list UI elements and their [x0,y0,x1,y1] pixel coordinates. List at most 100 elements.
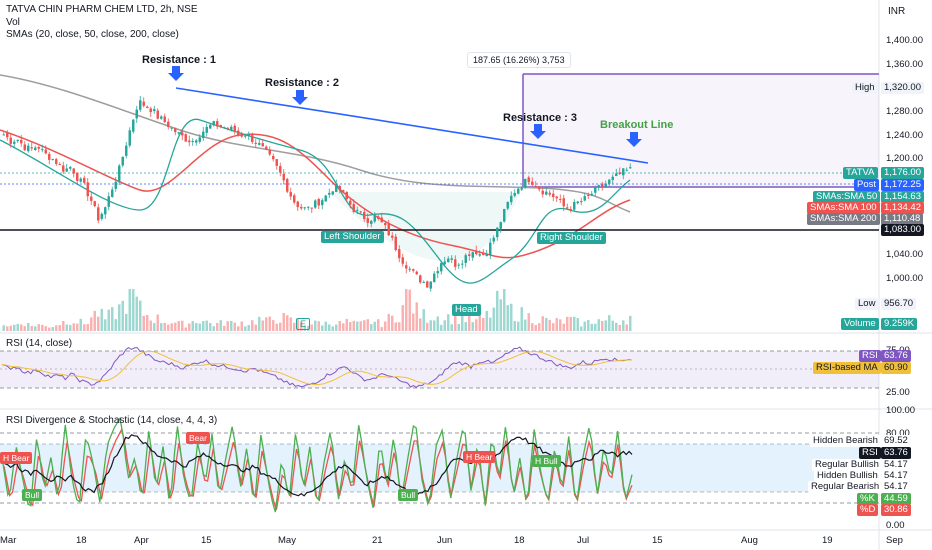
volume-bar [128,289,131,331]
candle-body [153,109,156,112]
right-shoulder-label: Right Shoulder [537,232,606,244]
vol-indicator-label[interactable]: Vol [6,17,20,28]
volume-bar [44,326,47,331]
volume-bar [611,320,614,331]
candle-body [55,159,58,164]
volume-bar [261,320,264,331]
candle-body [219,125,222,127]
candle-body [191,141,194,143]
time-tick: Aug [741,535,758,546]
candle-body [468,254,471,256]
candle-body [370,220,373,224]
volume-bar [184,327,187,331]
candle-body [555,196,558,199]
candle-body [65,168,68,172]
div-marker: H Bear [0,452,33,464]
volume-bar [573,316,576,331]
earnings-icon[interactable]: E [296,318,311,330]
candle-body [426,281,429,288]
candle-body [76,172,79,181]
candle-body [464,255,467,263]
rsi-label: RSI [859,350,881,362]
candle-body [363,211,366,220]
candle-body [258,142,261,145]
volume-bar [2,325,5,331]
candle-body [293,195,296,203]
candle-body [394,236,397,250]
candle-body [86,182,89,197]
volume-bar [41,324,44,331]
candle-body [450,258,453,260]
volume-bar [135,296,138,331]
candle-body [37,147,40,149]
volume-bar [111,307,114,331]
volume-bar [384,321,387,331]
candle-body [492,237,495,242]
volume-bar [443,320,446,331]
rsi-pane-title[interactable]: RSI (14, close) [6,338,72,349]
candle-body [237,130,240,135]
volume-bar [478,315,481,331]
arrow-down-icon [168,66,184,81]
hidden-bearish-value: 69.52 [881,435,911,447]
candle-body [629,167,632,169]
volume-bar [506,305,509,331]
currency-label[interactable]: INR [888,6,905,17]
volume-bar [398,322,401,331]
candle-body [195,140,198,143]
post-value: 1,172.25 [881,179,924,191]
volume-bar [468,314,471,331]
rsi-tick: 25.00 [886,387,910,398]
candle-body [391,235,394,238]
candle-body [121,156,124,166]
volume-bar [587,320,590,331]
volume-bar [104,319,107,331]
candle-body [496,227,499,238]
volume-bar [464,322,467,331]
candle-body [251,135,254,143]
candle-body [604,183,607,187]
candle-body [380,217,383,223]
sma-indicator-label[interactable]: SMAs (20, close, 50, close, 200, close) [6,29,179,40]
candle-body [205,126,208,133]
divergence-pane-title[interactable]: RSI Divergence & Stochastic (14, close, … [6,415,217,426]
time-tick: Mar [0,535,17,546]
candle-body [247,133,250,136]
candle-body [6,132,9,138]
candle-body [552,193,555,198]
candle-body [174,127,177,133]
candle-body [625,169,628,171]
volume-label: Volume [841,318,879,330]
volume-bar [191,321,194,331]
volume-bar [328,324,331,331]
volume-bar [541,316,544,331]
volume-bar [559,319,562,331]
candle-body [72,168,75,174]
volume-bar [286,315,289,331]
candle-body [163,116,166,123]
ticker-value: 1,176.00 [881,167,924,179]
candle-body [594,187,597,193]
volume-bar [545,317,548,331]
volume-bar [237,326,240,331]
volume-bar [489,317,492,331]
volume-bar [37,324,40,331]
volume-bar [146,315,149,331]
volume-bar [265,317,268,331]
candle-body [9,137,12,144]
candle-body [454,259,457,267]
volume-bar [55,325,58,331]
volume-bar [230,320,233,331]
volume-bar [548,319,551,331]
candle-body [265,146,268,150]
volume-bar [62,320,65,331]
time-tick: 21 [372,535,383,546]
candle-body [384,223,387,226]
stoch-d-value: 30.86 [881,504,911,516]
candle-body [573,202,576,210]
candle-body [310,207,313,209]
chart-canvas[interactable] [0,0,932,550]
volume-bar [272,320,275,331]
volume-bar [496,290,499,331]
candle-body [478,254,481,256]
